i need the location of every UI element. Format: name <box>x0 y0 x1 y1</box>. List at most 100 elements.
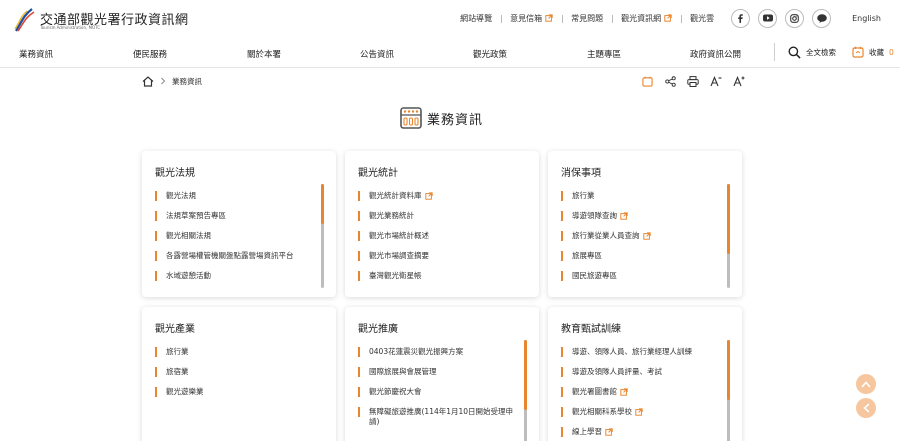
logo-subtitle: Tourism Administration, MOTC <box>40 25 101 30</box>
category-card: 消保事項 旅行業 導遊領隊查詢 旅行業從業人員查詢 旅展專區 國民旅遊專區 <box>548 151 742 297</box>
card-link[interactable]: 臺灣觀光衛星帳 <box>358 271 518 281</box>
top-link-tourism-info[interactable]: 觀光資訊網 <box>612 13 681 24</box>
card-link-label: 國際旅展與會展管理 <box>369 367 437 376</box>
home-icon[interactable] <box>142 75 154 87</box>
card-link-label: 旅展專區 <box>572 251 602 260</box>
search-button[interactable]: 全文檢索 <box>788 46 836 59</box>
top-link-sitemap[interactable]: 網站導覽 <box>451 13 501 24</box>
card-link[interactable]: 旅宿業 <box>155 367 315 377</box>
nav-item-public-services[interactable]: 便民服務 <box>133 48 167 60</box>
line-icon[interactable] <box>812 8 832 28</box>
card-scrollbar[interactable] <box>727 340 730 441</box>
card-link-label: 旅宿業 <box>166 367 189 376</box>
nav-item-announcements[interactable]: 公告資訊 <box>360 48 394 60</box>
external-link-icon <box>424 192 433 200</box>
nav-item-tourism-policy[interactable]: 觀光政策 <box>473 48 507 60</box>
site-logo[interactable]: 交通部觀光署行政資訊網 Tourism Administration, MOTC <box>10 7 188 33</box>
card-link[interactable]: 國際旅展與會展管理 <box>358 367 518 377</box>
nav-item-topics[interactable]: 主題專區 <box>587 48 621 60</box>
top-link-feedback[interactable]: 意見信箱 <box>501 13 562 24</box>
card-link[interactable]: 旅行業 <box>561 191 721 201</box>
scroll-top-button[interactable] <box>856 374 876 394</box>
print-tool[interactable] <box>686 74 700 88</box>
card-scrollbar[interactable] <box>727 184 730 288</box>
card-link[interactable]: 線上學習 <box>561 427 721 437</box>
card-link[interactable]: 國民旅遊專區 <box>561 271 721 281</box>
card-scrollbar-thumb[interactable] <box>524 340 527 410</box>
card-link[interactable]: 旅行業從業人員查詢 <box>561 231 721 241</box>
share-tool[interactable] <box>663 74 677 88</box>
category-card: 教育甄試訓練 導遊、領隊人員、旅行業經理人訓練 導遊及領隊人員評量、考試 觀光署圖書館… <box>548 307 742 441</box>
search-label: 全文檢索 <box>806 48 836 57</box>
print-icon <box>687 75 699 87</box>
card-scrollbar[interactable] <box>321 184 324 288</box>
card-link[interactable]: 水域遊憩活動 <box>155 271 315 281</box>
external-link-icon <box>605 428 613 436</box>
card-link-label: 觀光市場統計概述 <box>369 231 429 240</box>
favorites-count: 0 <box>889 47 894 57</box>
top-link-label: 意見信箱 <box>510 13 543 23</box>
card-link[interactable]: 觀光法規 <box>155 191 315 201</box>
card-link[interactable]: 無障礙旅遊推廣(114年1月10日開始受理申請) <box>358 407 518 427</box>
card-link[interactable]: 觀光相關法規 <box>155 231 315 241</box>
external-link-icon <box>664 14 672 22</box>
chevron-left-icon <box>862 403 870 413</box>
card-link-label: 國民旅遊專區 <box>572 271 617 280</box>
card-scrollbar-thumb[interactable] <box>321 184 324 224</box>
card-link[interactable]: 各露營場權管機關盤點露營場資訊平台 <box>155 251 315 261</box>
back-button[interactable] <box>856 398 876 418</box>
card-link[interactable]: 觀光統計資料庫 <box>358 191 518 201</box>
nav-item-gov-info[interactable]: 政府資訊公開 <box>690 48 741 60</box>
card-link-label: 觀光市場調查摘要 <box>369 251 429 260</box>
business-info-icon <box>400 107 422 129</box>
card-link-list: 導遊、領隊人員、旅行業經理人訓練 導遊及領隊人員評量、考試觀光署圖書館觀光相關科系… <box>561 347 721 441</box>
card-link-label: 觀光業務統計 <box>369 211 414 220</box>
top-link-tourism-cloud[interactable]: 觀光雲 <box>681 13 723 24</box>
card-link[interactable]: 觀光相關科系學校 <box>561 407 721 417</box>
card-link-label: 0403花蓮震災觀光振興方案 <box>369 347 464 356</box>
card-link[interactable]: 觀光市場調查摘要 <box>358 251 518 261</box>
card-link-label: 臺灣觀光衛星帳 <box>369 271 422 280</box>
card-link[interactable]: 觀光遊樂業 <box>155 387 315 397</box>
font-increase-tool[interactable] <box>732 74 746 88</box>
card-link-label: 觀光法規 <box>166 191 196 200</box>
share-icon <box>664 75 676 87</box>
card-link-label: 旅行業從業人員查詢 <box>572 231 640 240</box>
card-link[interactable]: 導遊及領隊人員評量、考試 <box>561 367 721 377</box>
card-link[interactable]: 觀光業務統計 <box>358 211 518 221</box>
font-decrease-tool[interactable] <box>709 74 723 88</box>
card-link[interactable]: 旅展專區 <box>561 251 721 261</box>
top-link-faq[interactable]: 常見問題 <box>562 13 612 24</box>
card-link[interactable]: 導遊、領隊人員、旅行業經理人訓練 <box>561 347 721 357</box>
youtube-icon[interactable] <box>758 8 778 28</box>
card-scrollbar-thumb[interactable] <box>727 184 730 254</box>
card-link-label: 觀光節慶祝大會 <box>369 387 422 396</box>
card-link[interactable]: 導遊領隊查詢 <box>561 211 721 221</box>
page-tools <box>640 74 755 88</box>
card-link-label: 觀光署圖書館 <box>572 387 617 396</box>
card-link[interactable]: 觀光署圖書館 <box>561 387 721 397</box>
card-title: 觀光推廣 <box>358 324 398 335</box>
page-title-text: 業務資訊 <box>427 112 484 128</box>
language-switch[interactable]: English <box>843 14 890 23</box>
card-link[interactable]: 0403花蓮震災觀光振興方案 <box>358 347 518 357</box>
card-link[interactable]: 旅行業 <box>155 347 315 357</box>
bookmark-tool[interactable] <box>640 74 654 88</box>
card-link[interactable]: 法規草案預告專區 <box>155 211 315 221</box>
top-link-label: 觀光雲 <box>690 13 715 23</box>
instagram-icon[interactable] <box>785 8 805 28</box>
card-link-label: 線上學習 <box>572 427 602 436</box>
nav-item-about[interactable]: 關於本署 <box>247 48 281 60</box>
card-scrollbar-thumb[interactable] <box>727 340 730 400</box>
card-link-label: 法規草案預告專區 <box>166 211 226 220</box>
facebook-icon[interactable] <box>731 8 751 28</box>
card-title: 觀光產業 <box>155 324 195 335</box>
favorites-label: 收藏 <box>869 47 884 57</box>
card-link[interactable]: 觀光節慶祝大會 <box>358 387 518 397</box>
card-scrollbar[interactable] <box>524 340 527 441</box>
breadcrumb: 業務資訊 <box>142 74 202 88</box>
font-increase-icon <box>733 75 745 86</box>
favorites-button[interactable]: 收藏 0 <box>852 46 894 58</box>
nav-item-business-info[interactable]: 業務資訊 <box>19 48 53 60</box>
card-link[interactable]: 觀光市場統計概述 <box>358 231 518 241</box>
